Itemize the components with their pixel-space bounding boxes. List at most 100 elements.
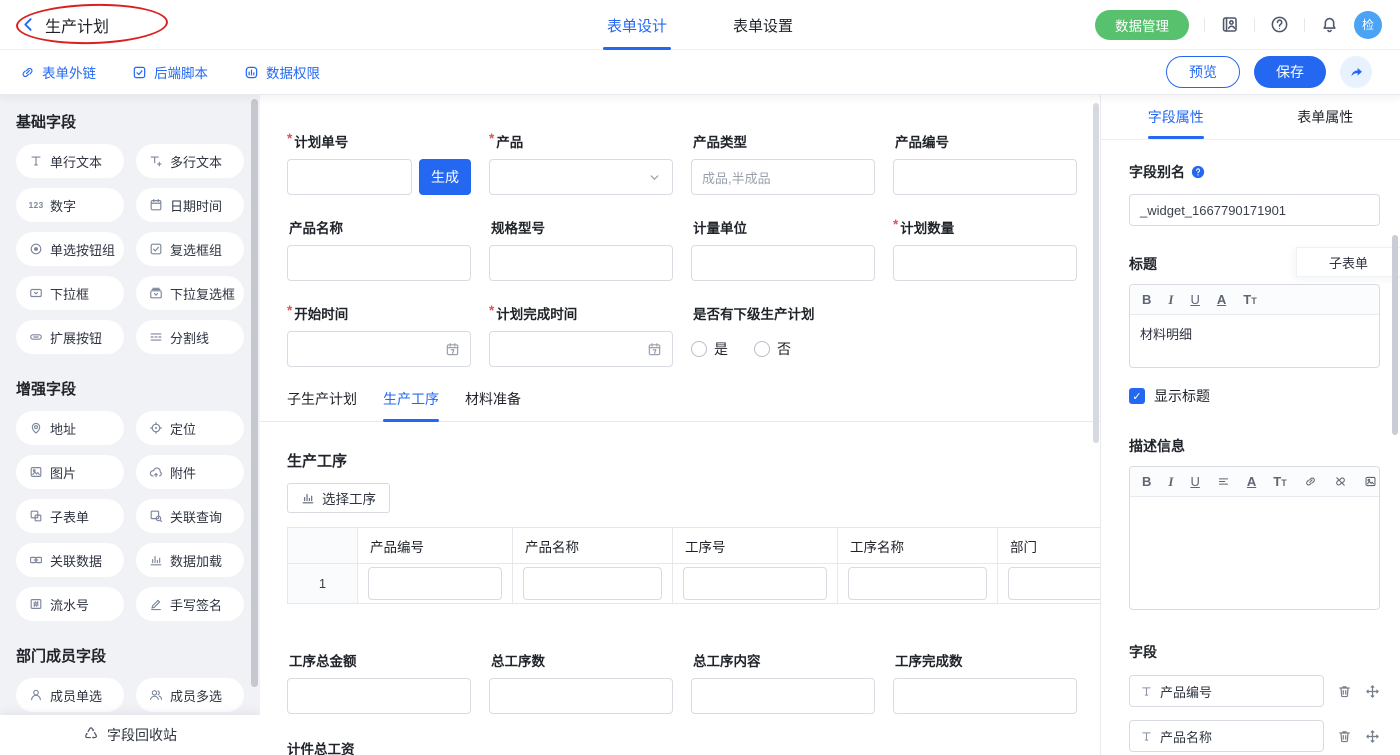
field-recycle-button[interactable]: ♺ 字段回收站 — [0, 715, 260, 755]
property-tab-1[interactable]: 字段属性 — [1101, 95, 1251, 139]
link-icon[interactable] — [1304, 475, 1317, 488]
user-avatar[interactable]: 检 — [1354, 11, 1382, 39]
table-cell-input[interactable] — [368, 567, 502, 600]
field-button[interactable]: 附件 — [136, 455, 244, 489]
title-editor-content[interactable]: 材料明细 — [1130, 315, 1379, 367]
select-process-button[interactable]: 选择工序 — [287, 483, 390, 513]
field-button[interactable]: 子表单 — [16, 499, 124, 533]
inspector-scrollbar[interactable] — [1392, 235, 1398, 435]
toolbar-link[interactable]: 表单外链 — [20, 62, 96, 82]
field-button[interactable]: 图片 — [16, 455, 124, 489]
notification-bell-icon[interactable] — [1320, 15, 1339, 34]
field-button[interactable]: 地址 — [16, 411, 124, 445]
canvas-field[interactable]: *开始时间 — [287, 303, 471, 367]
field-button[interactable]: 多行文本 — [136, 144, 244, 178]
field-button[interactable]: 下拉框 — [16, 276, 124, 310]
color-icon[interactable]: A — [1247, 475, 1256, 488]
subform-tab-2[interactable]: 生产工序 — [383, 389, 439, 421]
header-tab-1[interactable]: 表单设计 — [605, 0, 669, 50]
alias-input[interactable]: _widget_1667790171901 — [1129, 194, 1380, 226]
alias-help-icon[interactable] — [1191, 165, 1205, 179]
field-input[interactable] — [489, 245, 673, 281]
italic-icon[interactable]: I — [1168, 293, 1173, 306]
underline-icon[interactable]: U — [1190, 475, 1199, 488]
date-input[interactable] — [287, 331, 471, 367]
table-cell-input[interactable] — [848, 567, 987, 600]
canvas-field[interactable]: 产品编号 — [893, 131, 1077, 195]
canvas-field[interactable]: 总工序内容 — [691, 650, 875, 714]
canvas-field[interactable]: 规格型号 — [489, 217, 673, 281]
field-input[interactable]: 成品,半成品 — [691, 159, 875, 195]
field-button[interactable]: 关联数据 — [16, 543, 124, 577]
field-input[interactable] — [287, 245, 471, 281]
field-button[interactable]: 下拉复选框 — [136, 276, 244, 310]
underline-icon[interactable]: U — [1190, 293, 1199, 306]
field-input[interactable] — [691, 678, 875, 714]
description-editor-content[interactable] — [1130, 497, 1379, 609]
table-cell-input[interactable] — [683, 567, 827, 600]
field-input[interactable] — [691, 245, 875, 281]
field-button[interactable]: 扩展按钮 — [16, 320, 124, 354]
field-button[interactable]: 123数字 — [16, 188, 124, 222]
bold-icon[interactable]: B — [1142, 293, 1151, 306]
address-book-icon[interactable] — [1220, 15, 1239, 34]
bold-icon[interactable]: B — [1142, 475, 1151, 488]
canvas-field[interactable]: 工序总金额 — [287, 650, 471, 714]
field-button[interactable]: 单行文本 — [16, 144, 124, 178]
canvas-field[interactable]: *产品 — [489, 131, 673, 195]
back-icon[interactable] — [20, 16, 37, 33]
drag-field-icon[interactable] — [1365, 729, 1380, 744]
delete-field-icon[interactable] — [1337, 684, 1352, 699]
canvas-field[interactable]: 是否有下级生产计划是否 — [691, 303, 875, 367]
unlink-icon[interactable] — [1334, 475, 1347, 488]
field-input[interactable] — [489, 678, 673, 714]
drag-field-icon[interactable] — [1365, 684, 1380, 699]
canvas-field[interactable]: 总工序数 — [489, 650, 673, 714]
property-tab-2[interactable]: 表单属性 — [1251, 95, 1400, 139]
table-cell-input[interactable] — [523, 567, 662, 600]
canvas-field[interactable]: 工序完成数 — [893, 650, 1077, 714]
imageline-icon[interactable] — [1364, 475, 1377, 488]
field-button[interactable]: 定位 — [136, 411, 244, 445]
align-icon[interactable] — [1217, 475, 1230, 488]
canvas-field[interactable]: *计划单号生成 — [287, 131, 471, 195]
canvas-field[interactable]: 计量单位 — [691, 217, 875, 281]
field-button[interactable]: 分割线 — [136, 320, 244, 354]
field-button[interactable]: 数据加载 — [136, 543, 244, 577]
toolbar-link[interactable]: 数据权限 — [244, 62, 320, 82]
delete-field-icon[interactable] — [1337, 729, 1352, 744]
canvas-field[interactable]: 产品名称 — [287, 217, 471, 281]
table-cell-input[interactable] — [1008, 567, 1100, 600]
help-icon[interactable] — [1270, 15, 1289, 34]
radio-option[interactable]: 是 — [691, 339, 728, 359]
field-button[interactable]: 成员单选 — [16, 678, 124, 712]
field-button[interactable]: 关联查询 — [136, 499, 244, 533]
field-select[interactable] — [489, 159, 673, 195]
field-button[interactable]: 成员多选 — [136, 678, 244, 712]
data-manage-button[interactable]: 数据管理 — [1095, 10, 1189, 40]
field-button[interactable]: 复选框组 — [136, 232, 244, 266]
share-button[interactable] — [1340, 56, 1372, 88]
save-button[interactable]: 保存 — [1254, 56, 1326, 88]
show-title-checkbox[interactable]: ✓ 显示标题 — [1129, 386, 1380, 406]
field-input[interactable] — [893, 245, 1077, 281]
canvas-field[interactable]: *计划数量 — [893, 217, 1077, 281]
preview-button[interactable]: 预览 — [1166, 56, 1240, 88]
subform-field-item[interactable]: 产品名称 — [1129, 720, 1324, 752]
subform-field-item[interactable]: 产品编号 — [1129, 675, 1324, 707]
field-button[interactable]: 手写签名 — [136, 587, 244, 621]
canvas-scrollbar[interactable] — [1093, 103, 1099, 443]
header-tab-2[interactable]: 表单设置 — [731, 0, 795, 50]
sidebar-scrollbar[interactable] — [251, 99, 258, 687]
italic-icon[interactable]: I — [1168, 475, 1173, 488]
canvas-field[interactable]: *计划完成时间 — [489, 303, 673, 367]
radio-option[interactable]: 否 — [754, 339, 791, 359]
canvas-field[interactable]: 产品类型成品,半成品 — [691, 131, 875, 195]
field-button[interactable]: 日期时间 — [136, 188, 244, 222]
color-icon[interactable]: A — [1217, 293, 1226, 306]
date-input[interactable] — [489, 331, 673, 367]
field-button[interactable]: 单选按钮组 — [16, 232, 124, 266]
field-input[interactable] — [287, 678, 471, 714]
field-input[interactable] — [893, 159, 1077, 195]
toolbar-link[interactable]: 后端脚本 — [132, 62, 208, 82]
